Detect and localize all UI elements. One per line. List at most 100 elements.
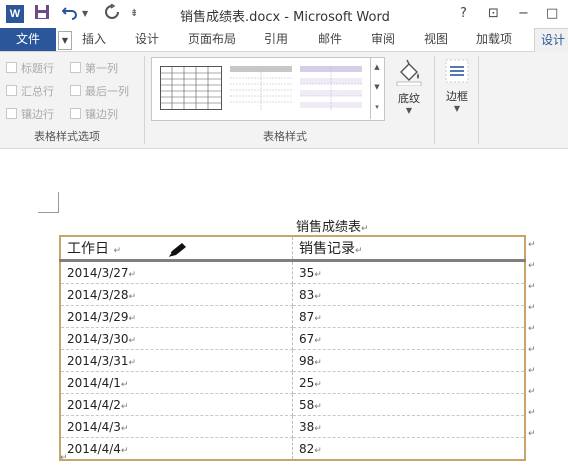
tab-review[interactable]: 审阅 [371,28,395,51]
header-sales-record: 销售记录 [299,241,355,257]
gallery-scroll-up-icon[interactable]: ▲ [371,57,383,77]
checkbox-box [6,85,17,96]
table-row: 2014/4/3↵ 38↵ [60,415,525,438]
table-row: 2014/4/4↵ 82↵ [60,437,525,461]
ribbon-panel: 标题行 第一列 汇总行 最后一列 镶边行 镶边列 表格样式选项 ▲ ▼ ▾ 表格… [0,52,568,149]
table-row: 2014/3/28↵ 83↵ [60,283,525,306]
table-style-light-grid[interactable] [230,66,292,110]
page-margin-marker [38,192,59,213]
title-bar: W ▼ ⇟ 销售成绩表.docx - Microsoft Word ? ⊡ − … [0,0,568,28]
date-value: 2014/4/3 [67,419,121,434]
date-cell[interactable]: 2014/4/3↵ [60,415,293,438]
paragraph-mark-icon: ↵ [314,269,322,280]
checkbox-banded-rows[interactable]: 镶边行 [6,106,54,122]
checkbox-box [6,62,17,73]
gallery-more-icon[interactable]: ▾ [371,97,383,117]
date-cell[interactable]: 2014/3/27↵ [60,260,293,284]
checkbox-total-row[interactable]: 汇总行 [6,83,54,99]
paragraph-mark-icon: ↵ [314,291,322,302]
borders-button[interactable]: 边框 ▼ [440,58,474,120]
date-cell[interactable]: 2014/4/2↵ [60,393,293,416]
redo-icon[interactable] [104,3,120,26]
sales-value: 58 [299,397,315,412]
checkbox-header-row[interactable]: 标题行 [6,60,54,76]
paragraph-mark-icon: ↵ [60,453,68,463]
sales-value: 87 [299,309,315,324]
table-row: 2014/4/1↵ 25↵ [60,371,525,394]
sales-cell[interactable]: 82↵ [292,437,525,461]
ribbon-display-options-button[interactable]: ⊡ [488,4,499,24]
paragraph-mark-icon: ↵ [361,224,369,234]
undo-icon[interactable] [61,4,78,26]
chevron-down-icon[interactable]: ▼ [58,31,72,50]
row-end-mark-icon: ↵ [528,324,536,334]
sales-cell[interactable]: 87↵ [292,305,525,328]
paragraph-mark-icon: ↵ [120,401,129,412]
date-value: 2014/3/31 [67,353,129,368]
date-value: 2014/4/1 [67,375,121,390]
minimize-button[interactable]: − [518,4,529,24]
table-style-shaded-grid[interactable] [300,66,362,110]
paragraph-mark-icon: ↵ [314,379,322,390]
tab-insert[interactable]: 插入 [82,28,106,51]
sales-cell[interactable]: 38↵ [292,415,525,438]
customize-icon[interactable]: ⇟ [130,4,138,24]
document-title[interactable]: 销售成绩表↵ [296,216,369,235]
shading-button[interactable]: 底纹 ▼ [390,58,428,120]
sales-table[interactable]: 工作日 ↵ 销售记录↵ 2014/3/27↵ 35↵ 2014/3/28↵ 83↵ 20… [59,235,526,461]
paragraph-mark-icon: ↵ [128,291,137,302]
checkbox-label: 最后一列 [85,85,129,98]
row-end-mark-icon: ↵ [528,429,536,439]
save-icon[interactable] [34,4,50,26]
tab-mailings[interactable]: 邮件 [318,28,342,51]
table-header-row: 工作日 ↵ 销售记录↵ [60,236,525,262]
date-cell[interactable]: 2014/3/30↵ [60,327,293,350]
row-end-mark-icon: ↵ [528,240,536,250]
date-value: 2014/4/4 [67,441,121,456]
row-end-mark-icon: ↵ [528,366,536,376]
tab-view[interactable]: 视图 [424,28,448,51]
help-button[interactable]: ? [460,4,467,24]
date-cell[interactable]: 2014/4/4↵ [60,437,293,461]
group-divider [144,56,145,144]
sales-cell[interactable]: 58↵ [292,393,525,416]
table-header-cell[interactable]: 销售记录↵ [292,236,525,262]
word-app-icon[interactable]: W [6,5,24,23]
date-cell[interactable]: 2014/3/31↵ [60,349,293,372]
date-value: 2014/3/28 [67,287,129,302]
undo-dropdown-icon[interactable]: ▼ [82,4,88,24]
tab-table-design[interactable]: 设计 [534,28,568,52]
date-cell[interactable]: 2014/3/29↵ [60,305,293,328]
date-cell[interactable]: 2014/4/1↵ [60,371,293,394]
shading-label: 底纹 [398,92,420,105]
paragraph-mark-icon: ↵ [314,423,322,434]
tab-references[interactable]: 引用 [264,28,288,51]
gallery-scroll-down-icon[interactable]: ▼ [371,77,383,97]
sales-cell[interactable]: 98↵ [292,349,525,372]
date-cell[interactable]: 2014/3/28↵ [60,283,293,306]
paragraph-mark-icon: ↵ [113,246,121,256]
checkbox-label: 镶边列 [85,108,118,121]
sales-value: 98 [299,353,315,368]
borders-label: 边框 [446,90,468,103]
sales-cell[interactable]: 25↵ [292,371,525,394]
tab-file[interactable]: 文件 [0,28,56,51]
group-label-table-styles: 表格样式 [263,130,307,143]
shading-dropdown-icon: ▼ [405,106,413,115]
sales-cell[interactable]: 35↵ [292,260,525,284]
table-row: 2014/4/2↵ 58↵ [60,393,525,416]
tab-add-ins[interactable]: 加载项 [476,28,512,51]
group-divider [478,56,479,144]
paragraph-mark-icon: ↵ [314,445,322,456]
sales-cell[interactable]: 67↵ [292,327,525,350]
checkbox-first-column[interactable]: 第一列 [70,60,118,76]
maximize-button[interactable]: □ [546,4,558,24]
tab-page-layout[interactable]: 页面布局 [188,28,236,51]
table-style-plain-grid[interactable] [160,66,222,110]
checkbox-last-column[interactable]: 最后一列 [70,83,129,99]
paragraph-mark-icon: ↵ [128,357,137,368]
sales-cell[interactable]: 83↵ [292,283,525,306]
checkbox-banded-columns[interactable]: 镶边列 [70,106,118,122]
tab-design[interactable]: 设计 [135,28,159,51]
paragraph-mark-icon: ↵ [355,246,363,256]
